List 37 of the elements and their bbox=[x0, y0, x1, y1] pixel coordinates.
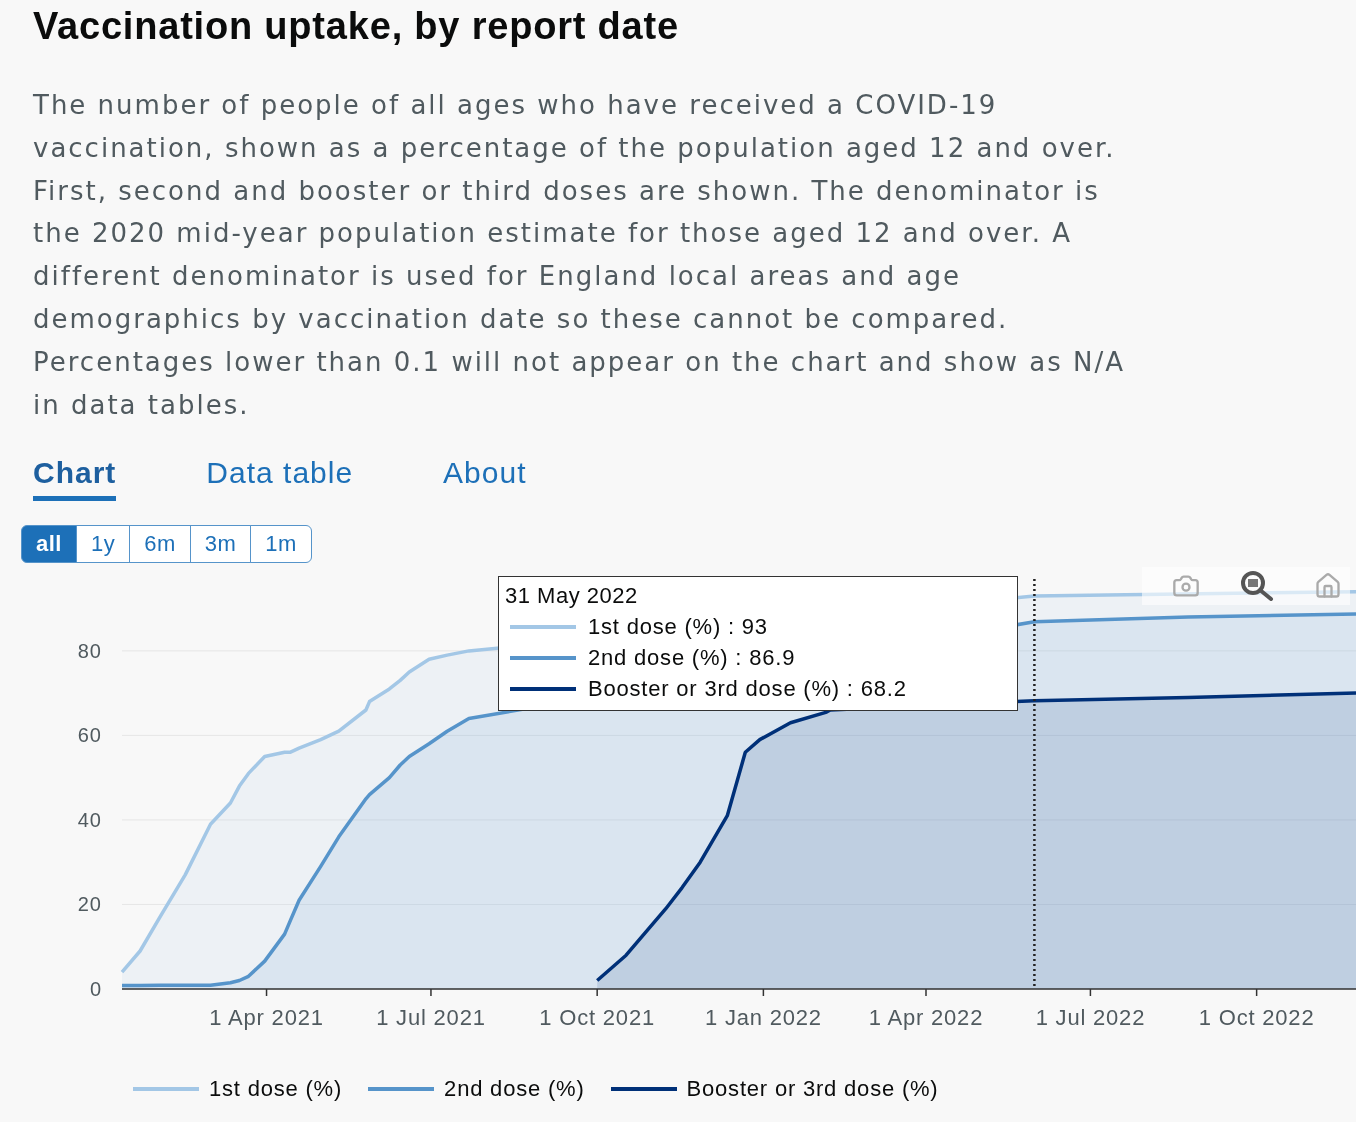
axis-label: 1 Jan 2022 bbox=[704, 1005, 822, 1031]
description: The number of people of all ages who have received a COVID-19 vaccination, shown as a percentage of the population aged 12 and over. First, second and booster or third doses are shown. The denominator is the 2020 mid-year population estimate for those aged 12 and over. A different denominator is used for England local areas and age demographics by vaccination date so these cannot be compared. Percentages lower than 0.1 will not appear on the chart and show as N/A in data tables. bbox=[33, 89, 1127, 422]
tooltip-entry: Booster or 3rd dose (%) : 68.2 bbox=[588, 676, 907, 703]
tooltip-entry: 1st dose (%) : 93 bbox=[588, 614, 768, 641]
axis-label: 1 Oct 2022 bbox=[1198, 1005, 1315, 1031]
axis-label: 1 Oct 2021 bbox=[539, 1005, 655, 1031]
axis-label: 1 Apr 2021 bbox=[209, 1005, 324, 1031]
legend-label: 2nd dose (%) bbox=[444, 1076, 585, 1103]
axis-label: 1 Jul 2021 bbox=[376, 1005, 486, 1031]
chart-title: Vaccination uptake, by report date bbox=[33, 4, 680, 48]
axis-label: 40 bbox=[77, 809, 102, 832]
legend-label: Booster or 3rd dose (%) bbox=[686, 1076, 939, 1103]
range-button[interactable]: 1m bbox=[250, 525, 312, 564]
tooltip-entry: 2nd dose (%) : 86.9 bbox=[588, 645, 796, 672]
legend-swatch bbox=[610, 1087, 677, 1092]
axis-label: 20 bbox=[77, 893, 102, 916]
tab[interactable]: Data table bbox=[206, 456, 354, 502]
axis-label: 60 bbox=[77, 724, 102, 747]
axis-label: 0 bbox=[89, 978, 102, 1001]
legend-swatch bbox=[510, 656, 576, 661]
tab[interactable]: About bbox=[443, 456, 527, 502]
home-icon[interactable] bbox=[1314, 572, 1342, 601]
legend-swatch bbox=[510, 625, 576, 630]
legend-swatch bbox=[510, 687, 576, 692]
legend-swatch bbox=[133, 1087, 199, 1092]
axis-label: 80 bbox=[77, 640, 102, 663]
legend-swatch bbox=[368, 1087, 435, 1092]
range-button[interactable]: 1y bbox=[75, 525, 131, 564]
axis-label: 1 Jul 2022 bbox=[1035, 1005, 1146, 1031]
axis-label: 1 Apr 2022 bbox=[868, 1005, 984, 1031]
legend-label: 1st dose (%) bbox=[209, 1076, 343, 1103]
tab[interactable]: Chart bbox=[33, 456, 117, 502]
range-button[interactable]: 6m bbox=[129, 525, 191, 564]
zoom-icon[interactable] bbox=[1240, 571, 1274, 602]
range-button[interactable]: all bbox=[21, 525, 77, 564]
tooltip-date: 31 May 2022 bbox=[505, 583, 639, 610]
range-button[interactable]: 3m bbox=[189, 525, 252, 564]
